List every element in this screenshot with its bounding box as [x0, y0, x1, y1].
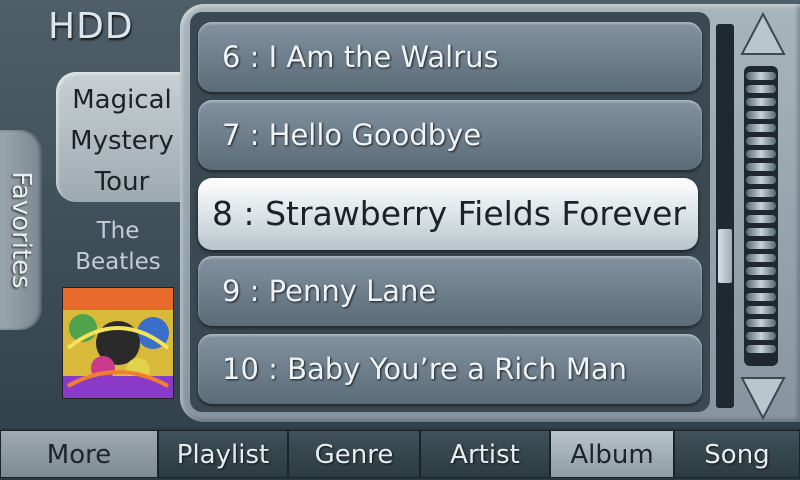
- favorites-tab[interactable]: Favorites: [0, 130, 42, 330]
- triangle-up-icon: [740, 11, 786, 55]
- tab-song[interactable]: Song: [674, 430, 800, 478]
- triangle-down-icon: [740, 377, 786, 421]
- scrollbar-track[interactable]: [716, 24, 734, 408]
- scroll-wheel[interactable]: [744, 66, 778, 366]
- track-row-selected[interactable]: 8 : Strawberry Fields Forever: [198, 178, 698, 250]
- wheel-rib: [746, 319, 776, 327]
- scroll-up-button[interactable]: [738, 10, 788, 60]
- track-row[interactable]: 7 : Hello Goodbye: [198, 100, 702, 170]
- track-row[interactable]: 10 : Baby You’re a Rich Man: [198, 334, 702, 404]
- wheel-rib: [746, 176, 776, 184]
- wheel-rib: [746, 345, 776, 353]
- wheel-rib: [746, 306, 776, 314]
- wheel-rib: [746, 254, 776, 262]
- scroll-down-button[interactable]: [738, 372, 788, 422]
- wheel-rib: [746, 163, 776, 171]
- wheel-rib: [746, 267, 776, 275]
- wheel-rib: [746, 241, 776, 249]
- track-label: 9 : Penny Lane: [222, 274, 437, 308]
- wheel-rib: [746, 124, 776, 132]
- track-row[interactable]: 9 : Penny Lane: [198, 256, 702, 326]
- wheel-rib: [746, 111, 776, 119]
- track-label: 8 : Strawberry Fields Forever: [212, 194, 686, 233]
- source-label: HDD: [48, 6, 134, 47]
- wheel-rib: [746, 332, 776, 340]
- artist-name: The Beatles: [75, 218, 161, 275]
- scrollbar-thumb[interactable]: [718, 228, 732, 283]
- wheel-rib: [746, 150, 776, 158]
- wheel-rib: [746, 72, 776, 80]
- track-row[interactable]: 6 : I Am the Walrus: [198, 22, 702, 92]
- wheel-rib: [746, 202, 776, 210]
- wheel-rib: [746, 228, 776, 236]
- wheel-rib: [746, 85, 776, 93]
- wheel-rib: [746, 98, 776, 106]
- wheel-rib: [746, 293, 776, 301]
- track-label: 10 : Baby You’re a Rich Man: [222, 352, 628, 386]
- favorites-label: Favorites: [6, 171, 36, 289]
- wheel-rib: [746, 137, 776, 145]
- wheel-rib: [746, 280, 776, 288]
- tab-more[interactable]: More: [0, 430, 158, 478]
- wheel-rib: [746, 215, 776, 223]
- tab-genre[interactable]: Genre: [288, 430, 420, 478]
- track-label: 7 : Hello Goodbye: [222, 118, 482, 152]
- tab-artist[interactable]: Artist: [420, 430, 550, 478]
- tab-playlist[interactable]: Playlist: [158, 430, 288, 478]
- album-title: Magical Mystery Tour: [70, 85, 174, 197]
- track-label: 6 : I Am the Walrus: [222, 40, 499, 74]
- wheel-rib: [746, 189, 776, 197]
- album-art: [62, 287, 174, 399]
- tab-album[interactable]: Album: [550, 430, 674, 478]
